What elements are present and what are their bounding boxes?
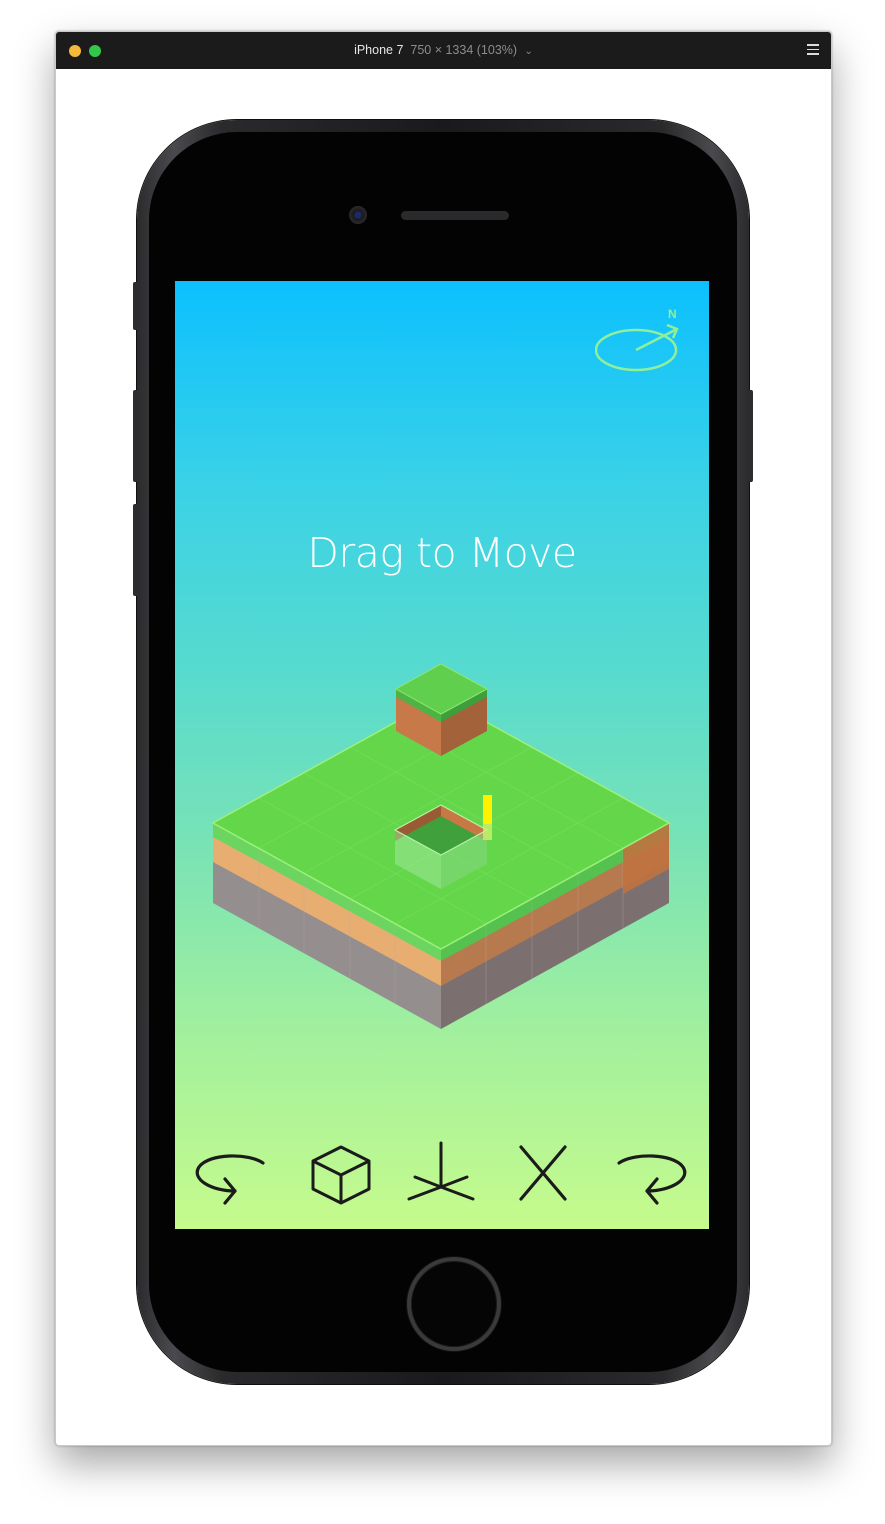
game-screen[interactable]: N Drag to Move [175,281,709,1229]
earpiece-speaker [401,211,509,220]
front-camera [349,206,367,224]
cursor-marker [483,795,492,824]
rotate-right-button[interactable] [611,1139,691,1207]
device-resolution: 750 × 1334 (103%) [410,43,518,57]
rotate-right-icon [617,1154,687,1205]
axis-button[interactable] [401,1139,481,1207]
axis-icon [407,1141,475,1201]
close-icon [519,1145,567,1201]
device-title[interactable]: iPhone 7 750 × 1334 (103%) ⌄ [56,43,831,57]
device-name: iPhone 7 [354,43,404,57]
volume-up-button [133,390,138,482]
menu-icon[interactable] [807,44,819,55]
delete-button[interactable] [503,1139,583,1207]
add-block-button[interactable] [301,1139,381,1207]
volume-down-button [133,504,138,596]
mute-switch [133,282,138,330]
voxel-island[interactable] [175,281,709,1229]
home-button[interactable] [407,1257,501,1351]
chevron-down-icon: ⌄ [524,46,533,57]
simulator-window: iPhone 7 750 × 1334 (103%) ⌄ N Drag to M… [55,31,832,1446]
rotate-left-icon [195,1154,265,1205]
title-bar: iPhone 7 750 × 1334 (103%) ⌄ [56,32,831,69]
power-button [748,390,753,482]
rotate-left-button[interactable] [191,1139,271,1207]
cube-icon [311,1145,371,1205]
